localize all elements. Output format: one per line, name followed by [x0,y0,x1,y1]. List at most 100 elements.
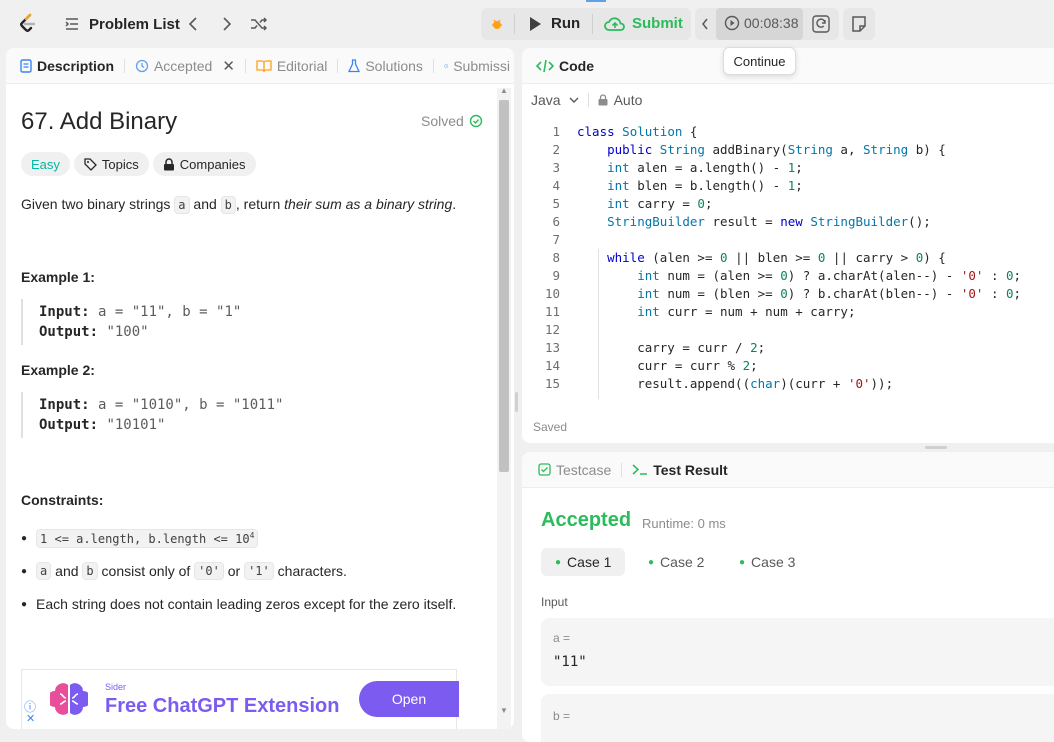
line-number: 1 [552,124,560,139]
line-number: 9 [552,268,560,283]
horizontal-splitter[interactable] [925,446,947,449]
code-line[interactable]: 3 int alen = a.length() - 1; [522,159,1054,177]
history-icon [135,59,149,72]
code-text: while (alen >= 0 || blen >= 0 || carry >… [607,250,946,265]
case-tab-2[interactable]: ● Case 2 [634,548,718,576]
sider-logo-icon [50,683,88,715]
code-line[interactable]: 2 public String addBinary(String a, Stri… [522,141,1054,159]
code-line[interactable]: 6 StringBuilder result = new StringBuild… [522,213,1054,231]
vertical-splitter[interactable] [515,392,518,412]
example-1-title: Example 1: [21,269,95,285]
topics-badge[interactable]: Topics [73,152,149,176]
constraint-item: ● 1 <= a.length, b.length <= 104 [21,527,491,549]
constraints-list: ● 1 <= a.length, b.length <= 104 ● a and… [21,527,491,615]
debug-icon[interactable] [486,12,508,36]
code-line[interactable]: 10 int num = (blen >= 0) ? b.charAt(blen… [522,285,1054,303]
code-line[interactable]: 4 int blen = b.length() - 1; [522,177,1054,195]
line-number: 6 [552,214,560,229]
example-2-block: Input: a = "1010", b = "1011" Output: "1… [21,392,481,438]
tag-icon [84,157,97,171]
result-panel: Testcase Test Result Accepted Runtime: 0… [522,452,1054,742]
input-a-value: "11" [553,654,587,670]
line-number: 11 [544,304,560,319]
code-panel: Code Java Auto 1 class Solution { 2 public… [522,48,1054,443]
next-problem-icon[interactable] [217,14,237,34]
code-line[interactable]: 5 int carry = 0; [522,195,1054,213]
code-line[interactable]: 13 carry = curr / 2; [522,339,1054,357]
play-circle-icon [724,15,740,31]
tab-test-result[interactable]: Test Result [628,462,731,478]
example-2-title: Example 2: [21,362,95,378]
leetcode-logo-icon[interactable] [16,12,40,36]
line-number: 7 [552,232,560,247]
line-number: 4 [552,178,560,193]
line-number: 8 [552,250,560,265]
shuffle-icon[interactable] [248,14,270,34]
ad-title: Free ChatGPT Extension [105,695,340,717]
tab-description[interactable]: Description [16,58,118,74]
companies-badge[interactable]: Companies [152,152,256,176]
input-b-box: b = [541,694,1054,742]
checkbox-icon [538,463,551,476]
difficulty-badge[interactable]: Easy [21,152,70,176]
tab-editorial[interactable]: Editorial [252,58,332,74]
scrollbar-thumb[interactable] [499,100,509,472]
flask-icon [348,58,361,72]
tab-submissions[interactable]: Submissi [440,58,514,74]
problem-description: Given two binary strings a and b, return… [21,196,457,214]
ad-banner[interactable]: ⓘ ✕ Sider Free ChatGPT Extension Open [21,669,459,729]
list-icon[interactable] [62,14,82,34]
input-label: Input [541,595,568,609]
top-bar: Problem List Run Submit 00:08:38 [0,0,1054,48]
ad-close-icon[interactable]: ✕ [26,712,35,725]
code-line[interactable]: 14 curr = curr % 2; [522,357,1054,375]
description-panel: Description Accepted ✕ Editorial Solutio… [6,48,514,729]
tag-row: Easy Topics Companies [21,152,260,176]
code-line[interactable]: 9 int num = (alen >= 0) ? a.charAt(alen-… [522,267,1054,285]
line-number: 10 [544,286,560,301]
auto-mode-toggle[interactable]: Auto [598,92,642,108]
input-a-label: a = [553,631,571,645]
timer-collapse-icon[interactable] [698,14,712,34]
close-tab-icon[interactable]: ✕ [222,57,235,75]
example-1-block: Input: a = "11", b = "1" Output: "100" [21,299,481,345]
run-button[interactable]: Run [528,15,580,32]
case-tab-1[interactable]: ● Case 1 [541,548,626,576]
editor-toolbar: Java Auto [522,85,1054,115]
code-line[interactable]: 1 class Solution { [522,123,1054,141]
lock-icon [163,157,174,170]
problem-list-link[interactable]: Problem List [89,16,180,33]
tab-code[interactable]: Code [532,58,598,74]
description-scrollbar[interactable]: ▲ ▼ [497,86,511,729]
code-text: class Solution { [577,124,698,139]
case-tab-3[interactable]: ● Case 3 [725,548,809,576]
code-line[interactable]: 7 [522,231,1054,249]
description-tabs: Description Accepted ✕ Editorial Solutio… [6,48,514,84]
code-line[interactable]: 8 while (alen >= 0 || blen >= 0 || carry… [522,249,1054,267]
code-text: carry = curr / 2; [577,340,766,355]
timer-display[interactable]: 00:08:38 [724,15,799,31]
code-line[interactable]: 15 result.append((char)(curr + '0')); [522,375,1054,393]
code-line[interactable]: 11 int curr = num + num + carry; [522,303,1054,321]
terminal-icon [632,464,648,475]
tab-accepted[interactable]: Accepted ✕ [131,57,239,75]
reset-timer-icon[interactable] [810,13,832,35]
input-b-label: b = [553,709,571,723]
code-text: curr = curr % 2; [577,358,758,373]
active-indicator [586,0,606,2]
problem-title: 67. Add Binary [21,108,178,135]
constraint-item: ● Each string does not contain leading z… [21,596,457,612]
submit-button[interactable]: Submit [604,15,683,32]
language-select[interactable]: Java [531,92,579,108]
notes-icon[interactable] [849,14,869,34]
code-line[interactable]: 12 [522,321,1054,339]
tab-solutions[interactable]: Solutions [344,58,427,74]
code-icon [536,59,554,72]
code-text: int curr = num + num + carry; [637,304,856,319]
line-number: 3 [552,160,560,175]
ad-open-button[interactable]: Open [359,681,459,717]
prev-problem-icon[interactable] [183,14,203,34]
code-text: int alen = a.length() - 1; [607,160,803,175]
tab-testcase[interactable]: Testcase [534,462,615,478]
code-editor[interactable]: 1 class Solution { 2 public String addBina… [522,123,1054,401]
